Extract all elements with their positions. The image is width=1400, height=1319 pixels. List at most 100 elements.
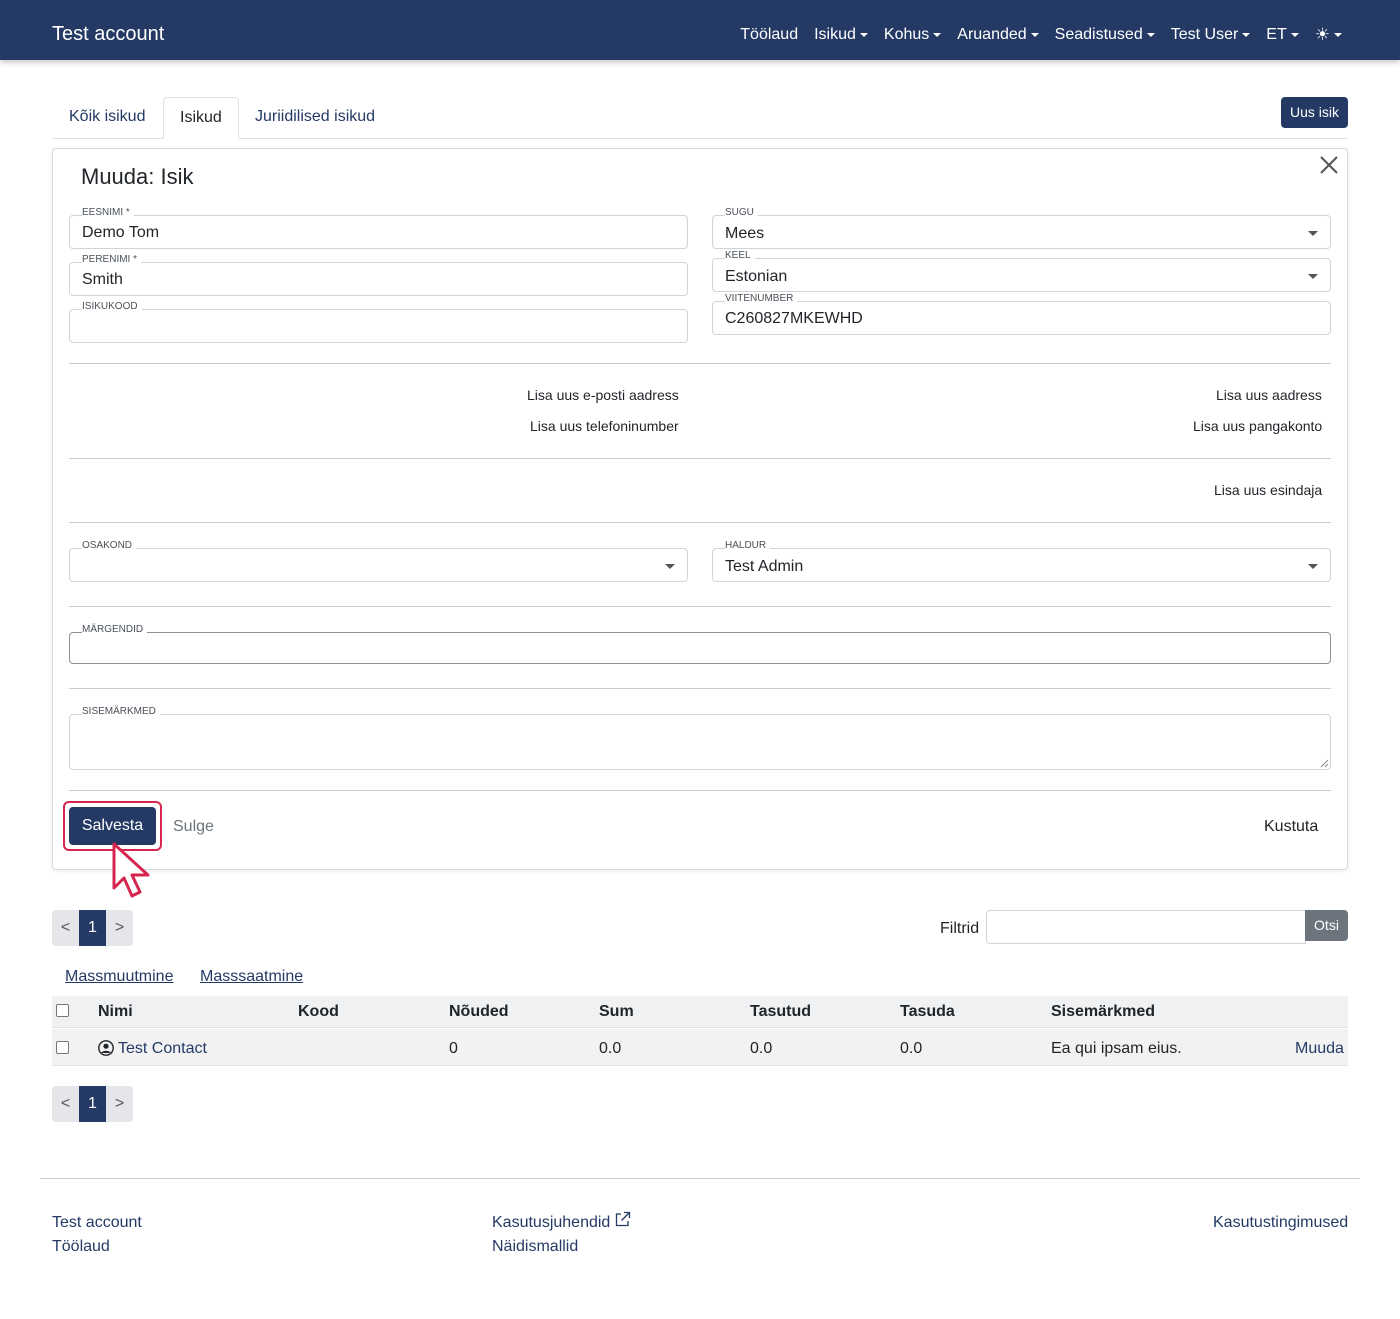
add-bank-account-link[interactable]: Lisa uus pangakonto bbox=[1193, 417, 1322, 435]
column-header-sisemarkmed[interactable]: Sisemärkmed bbox=[1051, 1002, 1155, 1022]
select-all-checkbox[interactable] bbox=[56, 1004, 69, 1017]
gender-value: Mees bbox=[725, 225, 765, 242]
contact-name-link[interactable]: Test Contact bbox=[118, 1039, 207, 1059]
chevron-down-icon bbox=[933, 33, 942, 37]
brand-link[interactable]: Test account bbox=[52, 22, 164, 46]
tab-juriidilised-isikud[interactable]: Juriidilised isikud bbox=[239, 97, 391, 139]
new-person-button[interactable]: Uus isik bbox=[1281, 97, 1348, 128]
first-name-field[interactable] bbox=[69, 215, 688, 249]
nav-label: Seadistused bbox=[1054, 26, 1143, 43]
chevron-down-icon bbox=[1334, 33, 1342, 37]
next-page-button[interactable]: > bbox=[106, 1086, 133, 1122]
add-representative-link[interactable]: Lisa uus esindaja bbox=[1214, 481, 1322, 499]
nav-label: Test User bbox=[1170, 26, 1239, 43]
first-name-value: Demo Tom bbox=[82, 224, 160, 241]
column-header-nimi[interactable]: Nimi bbox=[98, 1002, 133, 1022]
department-label: OSAKOND bbox=[82, 540, 137, 552]
nav-menu: Töölaud Isikud Kohus Aruanded Seadistuse… bbox=[724, 25, 1342, 45]
save-button[interactable]: Salvesta bbox=[69, 807, 156, 845]
footer-link-manuals[interactable]: Kasutusjuhendid bbox=[492, 1213, 610, 1233]
filter-label: Filtrid bbox=[940, 920, 980, 937]
tab-isikud[interactable]: Isikud bbox=[163, 97, 239, 139]
footer-link-dashboard[interactable]: Töölaud bbox=[52, 1237, 110, 1257]
add-phone-link[interactable]: Lisa uus telefoninumber bbox=[530, 417, 679, 435]
cell-noudedd: 0 bbox=[449, 1040, 458, 1057]
external-link-icon bbox=[615, 1211, 631, 1227]
chevron-down-icon bbox=[1308, 564, 1318, 569]
chevron-down-icon bbox=[1030, 33, 1039, 37]
theme-toggle[interactable]: ☀ bbox=[1315, 25, 1342, 45]
divider bbox=[69, 363, 1331, 364]
filter-input[interactable] bbox=[986, 910, 1306, 944]
gender-label: SUGU bbox=[725, 207, 758, 219]
tags-input[interactable] bbox=[69, 632, 1331, 664]
pagination-top: < 1 > bbox=[52, 910, 133, 946]
footer-link-templates[interactable]: Näidismallid bbox=[492, 1237, 578, 1257]
edit-row-link[interactable]: Muuda bbox=[1295, 1039, 1344, 1059]
reference-number-label: VIITENUMBER bbox=[725, 293, 798, 305]
nav-item-kohus[interactable]: Kohus bbox=[884, 25, 942, 45]
column-header-kood[interactable]: Kood bbox=[298, 1002, 339, 1022]
page-1-button[interactable]: 1 bbox=[79, 1086, 106, 1122]
internal-notes-textarea[interactable] bbox=[69, 714, 1331, 770]
delete-button[interactable]: Kustuta bbox=[1264, 817, 1318, 837]
personal-code-label: ISIKUKOOD bbox=[82, 301, 142, 313]
divider bbox=[69, 458, 1331, 459]
close-button[interactable]: Sulge bbox=[173, 817, 214, 837]
chevron-down-icon bbox=[1308, 231, 1318, 236]
nav-item-toolaud[interactable]: Töölaud bbox=[740, 25, 798, 45]
page-1-button[interactable]: 1 bbox=[79, 910, 106, 946]
nav-item-isikud[interactable]: Isikud bbox=[814, 25, 868, 45]
nav-item-aruanded[interactable]: Aruanded bbox=[957, 25, 1039, 45]
personal-code-field[interactable] bbox=[69, 309, 688, 343]
search-button[interactable]: Otsi bbox=[1305, 910, 1348, 941]
manager-select[interactable] bbox=[712, 548, 1331, 582]
manager-label: HALDUR bbox=[725, 540, 771, 552]
cell-sum: 0.0 bbox=[599, 1040, 622, 1057]
footer-link-account[interactable]: Test account bbox=[52, 1213, 142, 1233]
nav-item-user-menu[interactable]: Test User bbox=[1171, 25, 1251, 45]
close-icon[interactable] bbox=[1318, 154, 1340, 176]
manager-value: Test Admin bbox=[725, 558, 804, 575]
mass-send-link[interactable]: Masssaatmine bbox=[200, 967, 303, 987]
prev-page-button[interactable]: < bbox=[52, 1086, 79, 1122]
footer-divider bbox=[40, 1178, 1360, 1179]
language-select[interactable] bbox=[712, 258, 1331, 292]
next-page-button[interactable]: > bbox=[106, 910, 133, 946]
add-email-link[interactable]: Lisa uus e-posti aadress bbox=[527, 386, 679, 404]
department-select[interactable] bbox=[69, 548, 688, 582]
chevron-down-icon bbox=[665, 564, 675, 569]
column-header-tasutud[interactable]: Tasutud bbox=[750, 1002, 811, 1022]
divider bbox=[69, 688, 1331, 689]
chevron-down-icon bbox=[1308, 274, 1318, 279]
nav-label: Isikud bbox=[814, 26, 856, 43]
footer-link-terms[interactable]: Kasutustingimused bbox=[1213, 1213, 1348, 1233]
form-title: Muuda: Isik bbox=[81, 164, 194, 189]
column-header-noudedd[interactable]: Nõuded bbox=[449, 1002, 509, 1022]
column-header-sum[interactable]: Sum bbox=[599, 1002, 634, 1022]
reference-number-value: C260827MKEWHD bbox=[725, 310, 863, 327]
person-icon bbox=[98, 1040, 114, 1056]
last-name-field[interactable] bbox=[69, 262, 688, 296]
tab-koik-isikud[interactable]: Kõik isikud bbox=[53, 97, 161, 139]
cell-tasuda: 0.0 bbox=[900, 1040, 923, 1057]
mass-edit-link[interactable]: Massmuutmine bbox=[65, 967, 173, 987]
column-header-tasuda[interactable]: Tasuda bbox=[900, 1002, 955, 1022]
chevron-down-icon bbox=[1146, 33, 1155, 37]
nav-item-seadistused[interactable]: Seadistused bbox=[1055, 25, 1155, 45]
chevron-down-icon bbox=[1242, 33, 1251, 37]
chevron-down-icon bbox=[1290, 33, 1299, 37]
first-name-label: EESNIMI * bbox=[82, 207, 134, 219]
last-name-label: PERENIMI * bbox=[82, 254, 142, 266]
row-checkbox[interactable] bbox=[56, 1041, 69, 1054]
gender-select[interactable] bbox=[712, 215, 1331, 249]
cell-tasutud: 0.0 bbox=[750, 1040, 773, 1057]
add-address-link[interactable]: Lisa uus aadress bbox=[1216, 386, 1322, 404]
nav-item-language[interactable]: ET bbox=[1266, 25, 1299, 45]
prev-page-button[interactable]: < bbox=[52, 910, 79, 946]
divider bbox=[69, 522, 1331, 523]
sun-icon: ☀ bbox=[1314, 25, 1330, 44]
divider bbox=[69, 606, 1331, 607]
language-label: KEEL bbox=[725, 250, 755, 262]
resize-handle-icon[interactable] bbox=[1320, 759, 1329, 768]
